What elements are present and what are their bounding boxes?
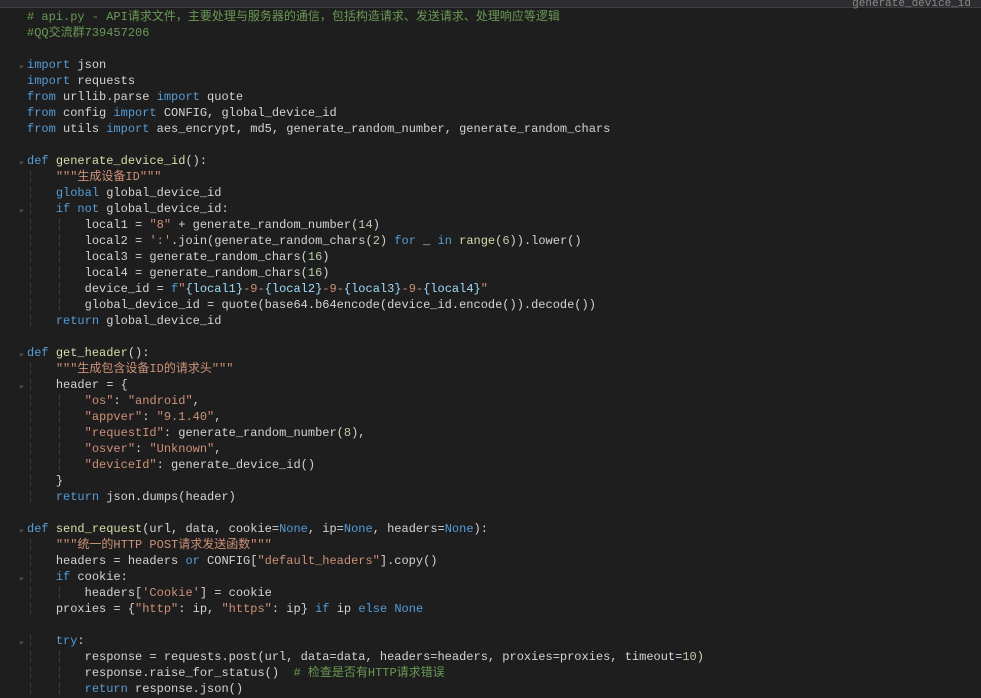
code-line[interactable]: from config import CONFIG, global_device… bbox=[27, 105, 981, 121]
code-line[interactable]: #QQ交流群739457206 bbox=[27, 25, 981, 41]
code-line[interactable]: ¦ try: bbox=[27, 633, 981, 649]
code-line[interactable]: ¦ ¦ return response.json() bbox=[27, 681, 981, 697]
fold-marker bbox=[0, 681, 27, 697]
code-line[interactable]: ¦ ¦ local3 = generate_random_chars(16) bbox=[27, 249, 981, 265]
editor-topbar: generate_device_id bbox=[0, 0, 981, 8]
fold-marker bbox=[0, 105, 27, 121]
fold-marker[interactable] bbox=[0, 153, 27, 169]
fold-marker bbox=[0, 585, 27, 601]
fold-marker bbox=[0, 9, 27, 25]
fold-marker[interactable] bbox=[0, 201, 27, 217]
fold-marker bbox=[0, 25, 27, 41]
fold-marker bbox=[0, 281, 27, 297]
fold-marker[interactable] bbox=[0, 345, 27, 361]
code-line[interactable]: from utils import aes_encrypt, md5, gene… bbox=[27, 121, 981, 137]
fold-marker[interactable] bbox=[0, 633, 27, 649]
code-line[interactable]: import json bbox=[27, 57, 981, 73]
fold-marker bbox=[0, 617, 27, 633]
code-line[interactable]: ¦ ¦ "appver": "9.1.40", bbox=[27, 409, 981, 425]
code-line[interactable]: ¦ """统一的HTTP POST请求发送函数""" bbox=[27, 537, 981, 553]
code-line[interactable]: ¦ ¦ global_device_id = quote(base64.b64e… bbox=[27, 297, 981, 313]
code-line[interactable] bbox=[27, 41, 981, 57]
code-line[interactable]: ¦ ¦ device_id = f"{local1}-9-{local2}-9-… bbox=[27, 281, 981, 297]
code-line[interactable] bbox=[27, 329, 981, 345]
fold-marker bbox=[0, 457, 27, 473]
fold-marker bbox=[0, 649, 27, 665]
code-line[interactable]: ¦ headers = headers or CONFIG["default_h… bbox=[27, 553, 981, 569]
fold-gutter[interactable] bbox=[0, 8, 27, 697]
fold-marker bbox=[0, 393, 27, 409]
fold-marker bbox=[0, 313, 27, 329]
fold-marker bbox=[0, 169, 27, 185]
code-line[interactable]: # api.py - API请求文件，主要处理与服务器的通信，包括构造请求、发送… bbox=[27, 9, 981, 25]
code-line[interactable] bbox=[27, 505, 981, 521]
code-line[interactable]: ¦ header = { bbox=[27, 377, 981, 393]
fold-marker bbox=[0, 297, 27, 313]
code-line[interactable] bbox=[27, 137, 981, 153]
fold-marker bbox=[0, 489, 27, 505]
fold-marker bbox=[0, 73, 27, 89]
fold-marker bbox=[0, 665, 27, 681]
fold-marker bbox=[0, 537, 27, 553]
code-line[interactable]: from urllib.parse import quote bbox=[27, 89, 981, 105]
code-line[interactable]: import requests bbox=[27, 73, 981, 89]
fold-marker bbox=[0, 601, 27, 617]
code-line[interactable]: ¦ proxies = {"http": ip, "https": ip} if… bbox=[27, 601, 981, 617]
code-editor[interactable]: # api.py - API请求文件，主要处理与服务器的通信，包括构造请求、发送… bbox=[0, 8, 981, 697]
fold-marker bbox=[0, 553, 27, 569]
fold-marker bbox=[0, 265, 27, 281]
fold-marker[interactable] bbox=[0, 57, 27, 73]
code-line[interactable]: ¦ ¦ local2 = ':'.join(generate_random_ch… bbox=[27, 233, 981, 249]
code-line[interactable]: ¦ global global_device_id bbox=[27, 185, 981, 201]
fold-marker bbox=[0, 441, 27, 457]
fold-marker bbox=[0, 505, 27, 521]
code-line[interactable]: ¦ ¦ local4 = generate_random_chars(16) bbox=[27, 265, 981, 281]
code-line[interactable]: ¦ ¦ response = requests.post(url, data=d… bbox=[27, 649, 981, 665]
code-line[interactable]: ¦ ¦ "os": "android", bbox=[27, 393, 981, 409]
code-line[interactable]: ¦ if not global_device_id: bbox=[27, 201, 981, 217]
code-line[interactable]: ¦ ¦ "osver": "Unknown", bbox=[27, 441, 981, 457]
fold-marker bbox=[0, 137, 27, 153]
fold-marker bbox=[0, 121, 27, 137]
fold-marker bbox=[0, 361, 27, 377]
fold-marker bbox=[0, 89, 27, 105]
code-line[interactable]: ¦ """生成设备ID""" bbox=[27, 169, 981, 185]
code-line[interactable]: ¦ return json.dumps(header) bbox=[27, 489, 981, 505]
code-line[interactable]: def get_header(): bbox=[27, 345, 981, 361]
fold-marker bbox=[0, 185, 27, 201]
code-line[interactable]: ¦ ¦ headers['Cookie'] = cookie bbox=[27, 585, 981, 601]
code-line[interactable]: ¦ return global_device_id bbox=[27, 313, 981, 329]
code-line[interactable]: ¦ ¦ response.raise_for_status() # 检查是否有H… bbox=[27, 665, 981, 681]
code-area[interactable]: # api.py - API请求文件，主要处理与服务器的通信，包括构造请求、发送… bbox=[27, 8, 981, 697]
fold-marker[interactable] bbox=[0, 569, 27, 585]
code-line[interactable]: def send_request(url, data, cookie=None,… bbox=[27, 521, 981, 537]
fold-marker bbox=[0, 233, 27, 249]
code-line[interactable]: def generate_device_id(): bbox=[27, 153, 981, 169]
fold-marker[interactable] bbox=[0, 521, 27, 537]
fold-marker bbox=[0, 329, 27, 345]
code-line[interactable]: ¦ ¦ "deviceId": generate_device_id() bbox=[27, 457, 981, 473]
code-line[interactable]: ¦ ¦ local1 = "8" + generate_random_numbe… bbox=[27, 217, 981, 233]
fold-marker bbox=[0, 41, 27, 57]
code-line[interactable]: ¦ } bbox=[27, 473, 981, 489]
code-line[interactable]: ¦ """生成包含设备ID的请求头""" bbox=[27, 361, 981, 377]
code-line[interactable]: ¦ ¦ "requestId": generate_random_number(… bbox=[27, 425, 981, 441]
fold-marker bbox=[0, 473, 27, 489]
fold-marker bbox=[0, 425, 27, 441]
fold-marker bbox=[0, 249, 27, 265]
fold-marker bbox=[0, 409, 27, 425]
fold-marker bbox=[0, 217, 27, 233]
code-line[interactable]: ¦ if cookie: bbox=[27, 569, 981, 585]
fold-marker[interactable] bbox=[0, 377, 27, 393]
code-line[interactable] bbox=[27, 617, 981, 633]
breadcrumb[interactable]: generate_device_id bbox=[852, 0, 971, 10]
